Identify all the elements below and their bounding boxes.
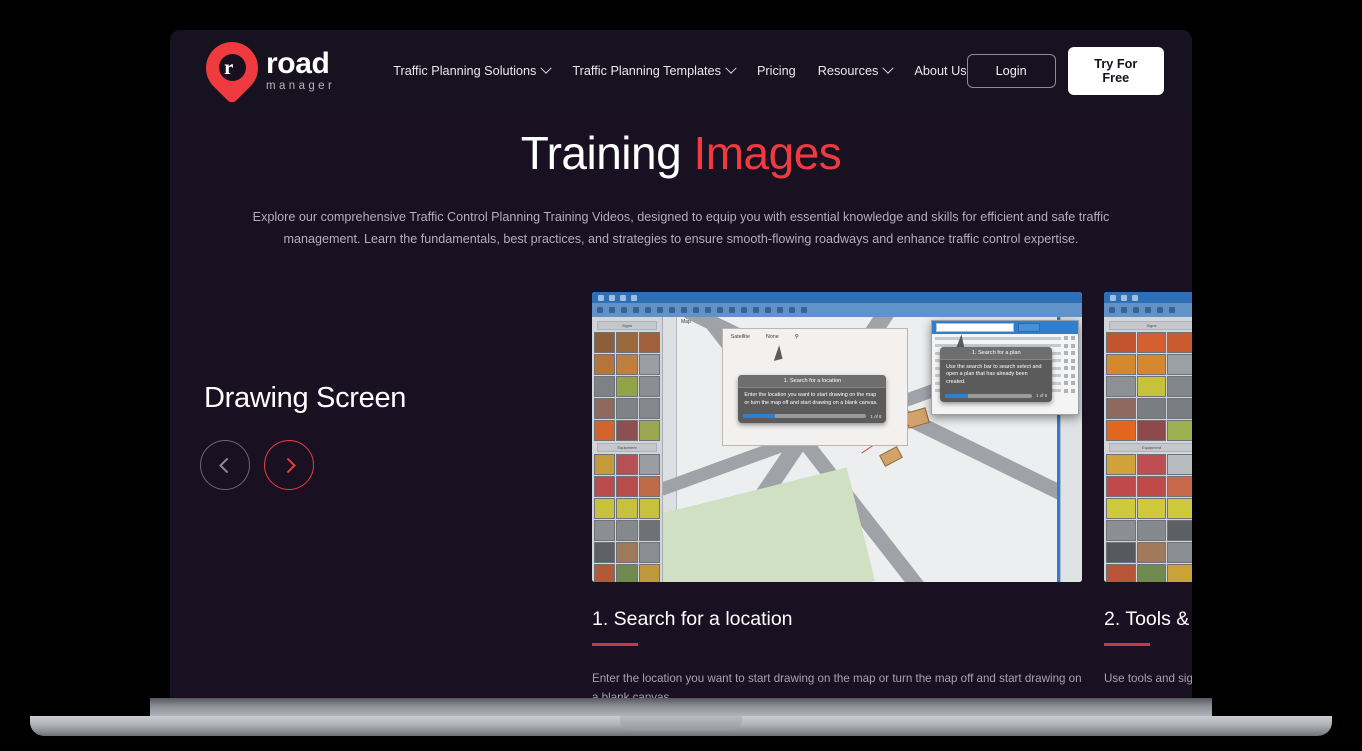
tooltip-title: 1. Search for a plan <box>940 347 1052 360</box>
main-navigation: Traffic Planning Solutions Traffic Plann… <box>393 64 966 78</box>
card-heading: 1. Search for a location <box>592 608 1082 631</box>
app-toolbar <box>592 303 1082 317</box>
laptop-deck <box>150 698 1212 718</box>
screenshot-tools-and-signs: Signs <box>1104 292 1192 582</box>
card-body: Use tools and sign are drawing on the <box>1104 669 1192 688</box>
plan-search-window: 1. Search for a plan Use the search bar … <box>931 320 1079 415</box>
app-map-canvas: Map <box>663 317 1082 582</box>
onboarding-tooltip-1: 1. Search for a location Enter the locat… <box>738 375 886 423</box>
location-pin-r-icon: r <box>206 42 258 100</box>
hero-description: Explore our comprehensive Traffic Contro… <box>229 206 1134 250</box>
tooltip-step-count: 1 of 6 <box>1036 393 1047 398</box>
logo-letter-r: r <box>224 55 233 80</box>
palette-section-header: Equipment <box>1109 443 1192 452</box>
carousel-track: Signs <box>592 292 1192 698</box>
carousel-slide-2[interactable]: Signs <box>1104 292 1192 698</box>
nav-label: About Us <box>914 64 966 78</box>
nav-label: Pricing <box>757 64 796 78</box>
map-tab-satellite[interactable]: Satellite <box>731 334 750 340</box>
app-titlebar <box>592 292 1082 303</box>
app-palette-sidebar: Signs <box>592 317 663 582</box>
card-divider <box>592 643 638 646</box>
nav-label: Traffic Planning Solutions <box>393 64 536 78</box>
tooltip-progress <box>743 414 866 418</box>
browser-viewport: r road manager Traffic Planning Solution… <box>170 30 1192 698</box>
app-palette-sidebar: Signs <box>1104 317 1192 582</box>
carousel-prev-button[interactable] <box>200 440 250 490</box>
nav-item-resources[interactable]: Resources <box>818 64 893 78</box>
app-toolbar <box>1104 303 1192 317</box>
screenshot-drawing-screen: Signs <box>592 292 1082 582</box>
page-title-main: Training <box>521 127 694 179</box>
palette-grid <box>594 332 660 441</box>
tooltip-progress <box>945 394 1032 398</box>
card-body: Enter the location you want to start dra… <box>592 669 1082 699</box>
nav-label: Resources <box>818 64 879 78</box>
chevron-down-icon <box>541 63 552 74</box>
chevron-down-icon <box>725 63 736 74</box>
nav-item-traffic-planning-templates[interactable]: Traffic Planning Templates <box>572 64 735 78</box>
palette-grid <box>1106 332 1192 441</box>
chevron-down-icon <box>883 63 894 74</box>
nav-label: Traffic Planning Templates <box>572 64 721 78</box>
header-actions: Login Try For Free <box>967 47 1164 95</box>
page-title-accent: Images <box>693 127 841 179</box>
nav-item-traffic-planning-solutions[interactable]: Traffic Planning Solutions <box>393 64 550 78</box>
carousel-slide-1[interactable]: Signs <box>592 292 1082 698</box>
card-divider <box>1104 643 1150 646</box>
onboarding-tooltip-2: 1. Search for a plan Use the search bar … <box>940 347 1052 402</box>
card-heading: 2. Tools & <box>1104 608 1192 631</box>
plan-search-input[interactable] <box>936 323 1014 332</box>
palette-section-header: Signs <box>1109 321 1192 330</box>
carousel-section-title: Drawing Screen <box>204 382 406 415</box>
page-title: Training Images <box>170 126 1192 180</box>
carousel-controls <box>200 440 314 490</box>
palette-section-header: Equipment <box>597 443 657 452</box>
laptop-mockup: r road manager Traffic Planning Solution… <box>0 0 1362 751</box>
tooltip-body: Use the search bar to search select and … <box>940 360 1052 391</box>
chevron-right-icon <box>280 457 296 473</box>
site-header: r road manager Traffic Planning Solution… <box>170 30 1192 112</box>
hero-section: Training Images Explore our comprehensiv… <box>170 126 1192 250</box>
laptop-notch <box>620 716 742 730</box>
palette-grid <box>594 454 660 582</box>
nav-item-pricing[interactable]: Pricing <box>757 64 796 78</box>
nav-item-about-us[interactable]: About Us <box>914 64 966 78</box>
chevron-left-icon <box>219 457 235 473</box>
brand-logo[interactable]: r road manager <box>206 42 335 100</box>
try-for-free-button[interactable]: Try For Free <box>1068 47 1164 95</box>
tooltip-step-count: 1 of 8 <box>870 414 881 419</box>
palette-grid <box>1106 454 1192 582</box>
palette-section-header: Signs <box>597 321 657 330</box>
login-button[interactable]: Login <box>967 54 1056 88</box>
search-icon[interactable]: ⚲ <box>795 334 799 340</box>
plan-open-button[interactable] <box>1018 323 1040 332</box>
carousel-next-button[interactable] <box>264 440 314 490</box>
app-titlebar <box>1104 292 1192 303</box>
map-tab-none[interactable]: None <box>766 334 779 340</box>
tooltip-title: 1. Search for a location <box>738 375 886 388</box>
tooltip-body: Enter the location you want to start dra… <box>738 388 886 412</box>
logo-brand-text: road <box>266 49 335 79</box>
logo-sub-text: manager <box>266 81 335 93</box>
